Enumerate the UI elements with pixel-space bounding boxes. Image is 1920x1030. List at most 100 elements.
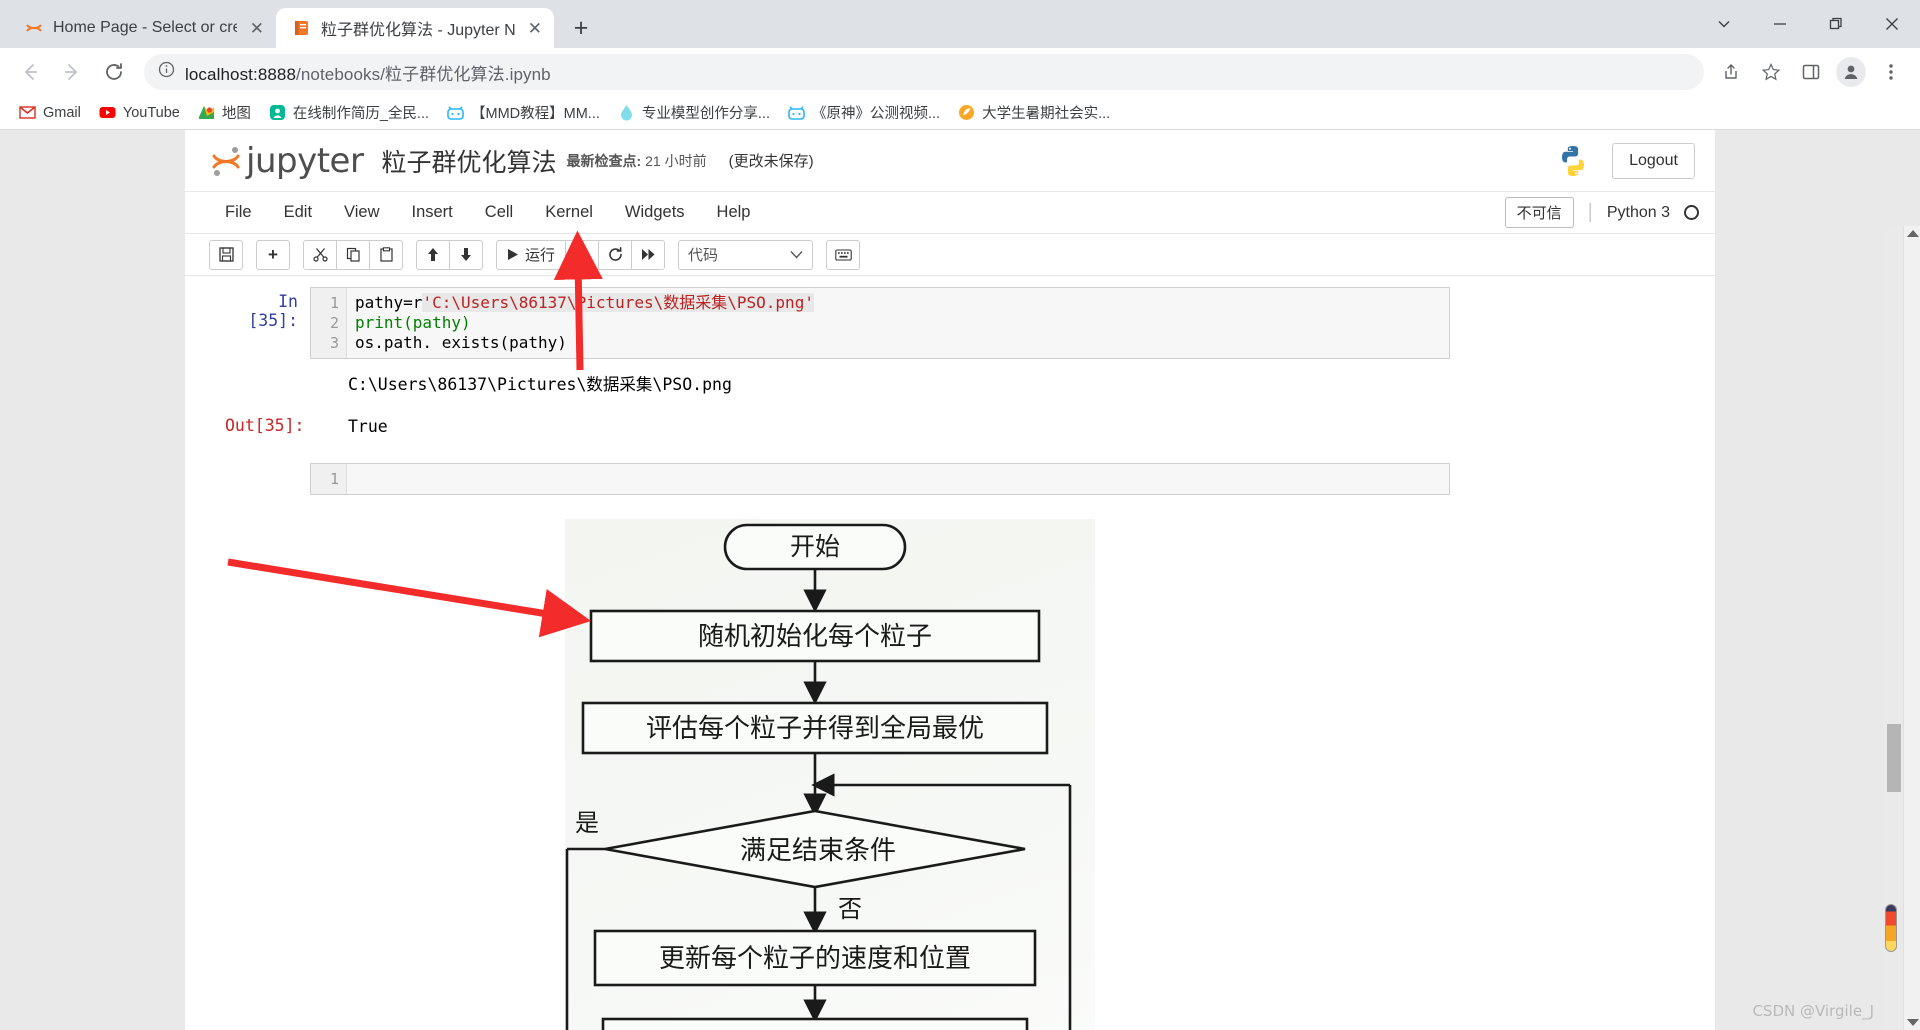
bookmark-mmd[interactable]: 【MMD教程】MM... <box>438 99 609 126</box>
address-bar[interactable]: localhost:8888/notebooks/粒子群优化算法.ipynb <box>144 54 1704 90</box>
stdout-text: C:\Users\86137\Pictures\数据采集\PSO.png <box>348 375 732 394</box>
bookmark-youtube[interactable]: YouTube <box>90 101 189 124</box>
activity-icon <box>958 104 975 121</box>
navigation-toolbar: localhost:8888/notebooks/粒子群优化算法.ipynb <box>0 48 1920 96</box>
side-panel-icon[interactable] <box>1794 55 1828 89</box>
checkpoint-time: 21 小时前 <box>645 152 707 169</box>
close-icon[interactable]: ✕ <box>250 20 264 37</box>
notebook-cell-empty[interactable]: 1 <box>225 463 1693 495</box>
menu-edit[interactable]: Edit <box>268 197 328 228</box>
bookmark-label: Gmail <box>43 104 81 121</box>
trust-status-button[interactable]: 不可信 <box>1504 197 1574 228</box>
bookmark-label: 地图 <box>221 106 251 122</box>
jupyter-header-right: Logout <box>1556 142 1695 179</box>
avatar[interactable] <box>1836 57 1866 87</box>
maximize-button[interactable] <box>1808 0 1864 48</box>
code-var-assign: pathy=r <box>355 293 423 312</box>
logout-button[interactable]: Logout <box>1612 142 1695 179</box>
line-number: 2 <box>329 314 339 332</box>
jupyter-logo[interactable]: jupyter <box>209 140 364 181</box>
tab-title: Home Page - Select or create <box>53 19 237 36</box>
code-editor-empty[interactable] <box>347 464 1449 494</box>
toolbar-group-move <box>416 239 483 270</box>
bilibili-icon <box>788 104 805 121</box>
paste-icon[interactable] <box>369 239 403 270</box>
notebook-scrollbar-thumb[interactable] <box>1887 724 1901 792</box>
bookmark-genshin[interactable]: 《原神》公测视频... <box>779 99 949 126</box>
bookmark-model-share[interactable]: 专业模型创作分享... <box>609 99 779 126</box>
jupyter-toolbar: + 运行 代码 <box>185 234 1715 276</box>
scissors-icon[interactable] <box>303 239 337 270</box>
jupyter-wordmark: jupyter <box>246 140 364 181</box>
bookmark-label: 在线制作简历_全民... <box>292 106 430 122</box>
menu-cell[interactable]: Cell <box>469 197 529 228</box>
bookmarks-bar: Gmail YouTube 地图 在线制作简历_全民... 【MMD教程】MM.… <box>0 96 1920 130</box>
menu-view[interactable]: View <box>328 197 395 228</box>
forward-icon[interactable] <box>54 54 90 90</box>
result-text: True <box>348 417 388 436</box>
arrow-up-icon[interactable] <box>416 239 450 270</box>
scroll-up-arrow-icon[interactable] <box>1907 230 1919 237</box>
cell-prompt-blank <box>225 463 310 495</box>
toolbar-group-save <box>209 239 243 270</box>
scroll-down-arrow-icon[interactable] <box>1907 1019 1919 1026</box>
browser-tab-1[interactable]: Home Page - Select or create ✕ <box>8 8 276 48</box>
menu-insert[interactable]: Insert <box>396 197 469 228</box>
droplet-icon <box>618 104 635 121</box>
three-dot-menu-icon[interactable] <box>1874 55 1908 89</box>
cell-type-value: 代码 <box>688 247 719 264</box>
page-left-margin <box>0 130 185 1030</box>
code-line-1: pathy=r'C:\Users\86137\Pictures\数据采集\PSO… <box>355 293 1441 313</box>
close-icon[interactable]: ✕ <box>528 20 542 37</box>
arrow-down-icon[interactable] <box>449 239 483 270</box>
browser-tab-2[interactable]: 粒子群优化算法 - Jupyter Noteb ✕ <box>276 8 554 48</box>
line-number: 1 <box>329 294 339 312</box>
minimize-button[interactable] <box>1752 0 1808 48</box>
jupyter-logo-icon <box>209 144 243 178</box>
run-button[interactable]: 运行 <box>496 239 567 270</box>
code-string-literal: 'C:\Users\86137\Pictures\数据采集\PSO.png' <box>422 293 814 312</box>
code-editor[interactable]: pathy=r'C:\Users\86137\Pictures\数据采集\PSO… <box>347 288 1449 358</box>
save-icon[interactable] <box>209 239 243 270</box>
star-icon[interactable] <box>1754 55 1788 89</box>
notebook-cell-code[interactable]: In [35]: 1 2 3 pathy=r'C:\Users\86137\Pi… <box>225 287 1693 359</box>
restart-icon[interactable] <box>598 239 633 270</box>
site-info-icon[interactable] <box>158 61 175 83</box>
line-number: 1 <box>329 470 339 488</box>
menu-kernel[interactable]: Kernel <box>529 197 609 228</box>
reload-icon[interactable] <box>96 54 132 90</box>
copy-icon[interactable] <box>336 239 370 270</box>
run-label: 运行 <box>525 247 556 264</box>
menu-file[interactable]: File <box>209 197 268 228</box>
menu-help[interactable]: Help <box>701 197 767 228</box>
share-icon[interactable] <box>1714 55 1748 89</box>
notebook-icon <box>292 18 312 38</box>
code-line-2: print(pathy) <box>355 313 1441 333</box>
new-tab-button[interactable]: + <box>564 11 598 45</box>
notebook-name[interactable]: 粒子群优化算法 <box>381 143 556 179</box>
page-scrollbar[interactable] <box>1903 226 1920 1030</box>
tab-strip: Home Page - Select or create ✕ 粒子群优化算法 -… <box>0 0 1920 48</box>
jupyter-header: jupyter 粒子群优化算法 最新检查点: 21 小时前 (更改未保存) Lo… <box>185 130 1715 192</box>
stop-square-icon[interactable] <box>565 239 600 270</box>
profile-icon[interactable] <box>1834 55 1868 89</box>
cell-type-select[interactable]: 代码 <box>678 239 814 270</box>
bookmark-maps[interactable]: 地图 <box>189 99 260 126</box>
tab-search-icon[interactable] <box>1696 0 1752 48</box>
cell-input-area[interactable]: 1 2 3 pathy=r'C:\Users\86137\Pictures\数据… <box>310 287 1450 359</box>
notebook-cell-stream-output: C:\Users\86137\Pictures\数据采集\PSO.png <box>225 369 1693 401</box>
close-button[interactable] <box>1864 0 1920 48</box>
bookmark-resume[interactable]: 在线制作简历_全民... <box>260 99 438 126</box>
keyboard-icon[interactable] <box>826 239 861 270</box>
menu-widgets[interactable]: Widgets <box>609 197 701 228</box>
bookmark-student-practice[interactable]: 大学生暑期社会实... <box>949 99 1119 126</box>
flow-edge-label-yes: 是 <box>575 809 599 837</box>
flow-node-init: 随机初始化每个粒子 <box>698 622 932 652</box>
cell-input-area-empty[interactable]: 1 <box>310 463 1450 495</box>
plus-icon[interactable]: + <box>256 239 290 270</box>
toolbar-group-run: 运行 <box>496 239 666 270</box>
divider: | <box>1587 201 1593 223</box>
back-icon[interactable] <box>12 54 48 90</box>
fast-forward-icon[interactable] <box>631 239 666 270</box>
bookmark-gmail[interactable]: Gmail <box>10 101 90 124</box>
